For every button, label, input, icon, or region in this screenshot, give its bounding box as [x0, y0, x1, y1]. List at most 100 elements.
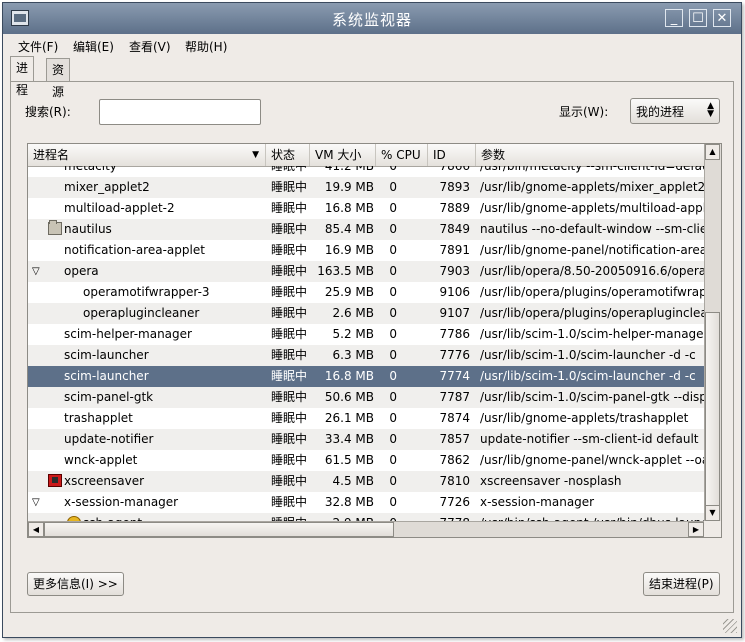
process-status: 睡眠中	[271, 180, 308, 194]
col-header-vm[interactable]: VM 大小	[310, 144, 376, 166]
process-row[interactable]: trashapplet 睡眠中 26.1 MB 0 7874/usr/lib/gnome…	[28, 408, 704, 429]
process-args: /usr/lib/scim-1.0/scim-panel-gtk --displ…	[480, 390, 704, 404]
process-cpu: 0	[389, 474, 397, 488]
process-row[interactable]: mixer_applet2 睡眠中 19.9 MB 0 7893/usr/lib/gno…	[28, 177, 704, 198]
process-args: /usr/lib/scim-1.0/scim-launcher -d -c	[480, 348, 696, 362]
scrollbar-corner	[704, 521, 721, 537]
process-row[interactable]: multiload-applet-2 睡眠中 16.8 MB 0 7889/usr/li…	[28, 198, 704, 219]
process-row[interactable]: update-notifier 睡眠中 33.4 MB 0 7857 update-not…	[28, 429, 704, 450]
minimize-icon[interactable]: _	[665, 9, 683, 27]
process-cpu: 0	[389, 390, 397, 404]
process-cpu: 0	[389, 222, 397, 236]
process-status: 睡眠中	[271, 495, 308, 509]
process-vm-size: 16.8 MB	[324, 201, 374, 215]
system-monitor-window: 系统监视器 _ ☐ ✕ 文件(F) 编辑(E) 查看(V) 帮助(H) 进程 资…	[2, 2, 742, 638]
resize-grip-icon[interactable]	[723, 619, 737, 633]
tab-processes[interactable]: 进程	[10, 56, 35, 97]
process-name: x-session-manager	[64, 495, 179, 509]
process-row[interactable]: ▽ opera 睡眠中 163.5 MB 0 7903/usr/lib/opera/8.5…	[28, 261, 704, 282]
process-cpu: 0	[389, 306, 397, 320]
process-args: /usr/lib/gnome-applets/trashapplet	[480, 411, 689, 425]
process-row[interactable]: ▽ x-session-manager 睡眠中 32.8 MB 0 7726 x-sessi…	[28, 492, 704, 513]
search-label: 搜索(R):	[25, 105, 71, 119]
screensaver-icon	[48, 474, 62, 487]
menu-help[interactable]: 帮助(H)	[185, 38, 227, 55]
col-header-id[interactable]: ID	[428, 144, 476, 166]
col-header-cpu[interactable]: % CPU	[376, 144, 428, 166]
process-row[interactable]: scim-launcher 睡眠中 6.3 MB 0 7776/usr/lib/scim…	[28, 345, 704, 366]
process-status: 睡眠中	[271, 432, 308, 446]
menu-edit[interactable]: 编辑(E)	[73, 38, 114, 55]
process-cpu: 0	[389, 285, 397, 299]
expander-icon[interactable]: ▽	[32, 261, 40, 282]
process-row[interactable]: operamotifwrapper-3 睡眠中 25.9 MB 0 9106/usr/l…	[28, 282, 704, 303]
process-args: /usr/lib/gnome-panel/notification-area-a…	[480, 243, 704, 257]
scroll-up-icon[interactable]: ▲	[705, 144, 720, 160]
scroll-right-icon[interactable]: ▶	[688, 522, 704, 537]
process-row[interactable]: scim-panel-gtk 睡眠中 50.6 MB 0 7787/usr/lib/sc…	[28, 387, 704, 408]
process-row[interactable]: operaplugincleaner 睡眠中 2.6 MB 0 9107/usr/lib…	[28, 303, 704, 324]
process-row[interactable]: scim-helper-manager 睡眠中 5.2 MB 0 7786/usr/li…	[28, 324, 704, 345]
scroll-down-icon[interactable]: ▼	[705, 505, 720, 521]
process-args: /usr/lib/opera/plugins/operaplugincleane…	[480, 306, 704, 320]
process-vm-size: 41.2 MB	[324, 166, 374, 173]
process-status: 睡眠中	[271, 243, 308, 257]
process-row[interactable]: ssh-agent 睡眠中2.9 MB0 7778/usr/bin/ssh-agen…	[28, 513, 704, 521]
process-args: /usr/lib/opera/8.50-20050916.6/opera	[480, 264, 704, 278]
process-vm-size: 6.3 MB	[332, 348, 374, 362]
process-args: /usr/lib/gnome-applets/mixer_applet2	[480, 180, 704, 194]
process-id: 7726	[439, 495, 470, 509]
sort-arrow-icon: ▼	[252, 150, 259, 160]
more-info-button[interactable]: 更多信息(I) >>	[27, 572, 124, 596]
process-tree[interactable]: 进程名 ▼ 状态 VM 大小 % CPU ID 参数 metacity 睡眠中 41…	[27, 143, 722, 538]
process-name: notification-area-applet	[64, 243, 205, 257]
maximize-icon[interactable]: ☐	[689, 9, 707, 27]
process-cpu: 0	[389, 453, 397, 467]
process-id: 7874	[439, 411, 470, 425]
updown-icon: ▲ ▼	[707, 101, 714, 119]
col-header-args[interactable]: 参数	[476, 144, 704, 166]
process-row[interactable]: wnck-applet 睡眠中 61.5 MB 0 7862/usr/lib/gnome…	[28, 450, 704, 471]
process-row[interactable]: notification-area-applet 睡眠中 16.9 MB 0 7891 /…	[28, 240, 704, 261]
col-header-status[interactable]: 状态	[266, 144, 310, 166]
process-vm-size: 16.8 MB	[324, 369, 374, 383]
menu-view[interactable]: 查看(V)	[129, 38, 171, 55]
menu-bar: 文件(F) 编辑(E) 查看(V) 帮助(H)	[3, 34, 741, 56]
process-row[interactable]: scim-launcher 睡眠中 16.8 MB 0 7774/usr/lib/sci…	[28, 366, 704, 387]
col-header-name-label: 进程名	[33, 148, 70, 162]
process-row[interactable]: metacity 睡眠中 41.2 MB 0 7866/usr/bin/metacity…	[28, 166, 704, 177]
process-name: nautilus	[64, 222, 112, 236]
horizontal-scrollbar[interactable]: ◀ ▶	[28, 521, 704, 537]
process-row[interactable]: nautilus 睡眠中 85.4 MB 0 7849 nautilus --no-def…	[28, 219, 704, 240]
process-id: 9107	[439, 306, 470, 320]
menu-file[interactable]: 文件(F)	[18, 38, 58, 55]
process-row[interactable]: xscreensaver 睡眠中 4.5 MB 0 7810 xscreensaver -…	[28, 471, 704, 492]
vertical-scrollbar[interactable]: ▲ ▼	[704, 144, 721, 521]
process-cpu: 0	[389, 201, 397, 215]
process-id: 7889	[439, 201, 470, 215]
process-id: 7849	[439, 222, 470, 236]
expander-icon[interactable]: ▽	[32, 492, 40, 513]
process-name: operaplugincleaner	[83, 306, 200, 320]
process-name: wnck-applet	[64, 453, 138, 467]
process-vm-size: 26.1 MB	[324, 411, 374, 425]
search-input[interactable]	[99, 99, 261, 125]
process-status: 睡眠中	[271, 369, 308, 383]
process-vm-size: 2.9 MB	[310, 513, 374, 521]
tab-resources[interactable]: 资源	[46, 58, 71, 99]
vertical-scroll-thumb[interactable]	[705, 312, 720, 512]
show-combo[interactable]: 我的进程 ▲ ▼	[630, 98, 720, 124]
col-header-name[interactable]: 进程名 ▼	[28, 144, 266, 166]
process-cpu: 0	[389, 369, 397, 383]
process-cpu: 0	[389, 327, 397, 341]
process-status: 睡眠中	[271, 453, 308, 467]
horizontal-scroll-thumb[interactable]	[44, 522, 394, 537]
process-vm-size: 50.6 MB	[324, 390, 374, 404]
process-cpu: 0	[389, 264, 397, 278]
scroll-left-icon[interactable]: ◀	[28, 522, 44, 537]
close-icon[interactable]: ✕	[713, 9, 731, 27]
end-process-button[interactable]: 结束进程(P)	[643, 572, 720, 596]
title-bar[interactable]: 系统监视器 _ ☐ ✕	[3, 3, 741, 34]
process-name: xscreensaver	[64, 474, 145, 488]
process-cpu: 0	[389, 243, 397, 257]
